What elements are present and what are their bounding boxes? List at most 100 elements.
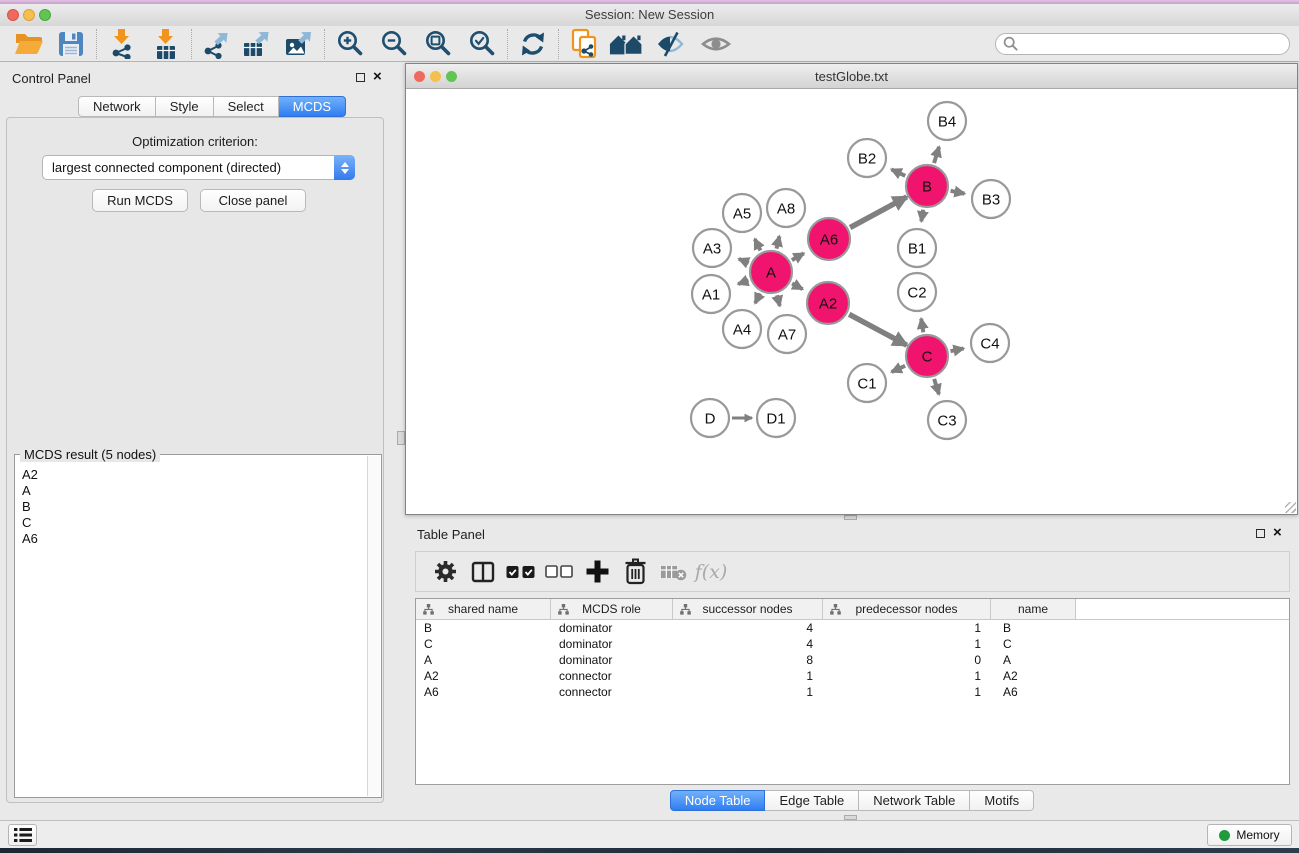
tab-select[interactable]: Select xyxy=(214,96,279,117)
result-item[interactable]: A6 xyxy=(22,531,367,547)
table-row[interactable]: Bdominator41B xyxy=(416,620,1289,636)
graph-node-B2[interactable]: B2 xyxy=(848,139,886,177)
network-zoom-button[interactable] xyxy=(446,71,457,82)
memory-button[interactable]: Memory xyxy=(1207,824,1292,846)
result-item[interactable]: C xyxy=(22,515,367,531)
network-minimize-button[interactable] xyxy=(430,71,441,82)
export-network-button[interactable] xyxy=(200,28,234,60)
column-header-shared-name[interactable]: shared name xyxy=(416,599,551,619)
result-list-scrollbar[interactable] xyxy=(367,456,380,796)
open-recent-home-button[interactable] xyxy=(609,28,643,60)
zoom-fit-button[interactable] xyxy=(421,28,455,60)
graph-edge-C-C3[interactable] xyxy=(934,379,939,394)
graph-node-D1[interactable]: D1 xyxy=(757,399,795,437)
table-row[interactable]: A2connector11A2 xyxy=(416,668,1289,684)
graph-node-B4[interactable]: B4 xyxy=(928,102,966,140)
window-resize-handle[interactable] xyxy=(1285,502,1296,513)
minimize-window-button[interactable] xyxy=(23,9,35,21)
table-row[interactable]: A6connector11A6 xyxy=(416,684,1289,700)
add-column-button[interactable] xyxy=(578,554,616,590)
tab-style[interactable]: Style xyxy=(156,96,214,117)
float-panel-icon[interactable] xyxy=(1256,529,1265,538)
column-browser-button[interactable] xyxy=(464,554,502,590)
graph-node-A3[interactable]: A3 xyxy=(693,229,731,267)
graph-edge-B-B4[interactable] xyxy=(934,147,939,163)
close-panel-icon[interactable]: × xyxy=(373,72,382,82)
tab-node-table[interactable]: Node Table xyxy=(670,790,766,811)
column-header-predecessor-nodes[interactable]: predecessor nodes xyxy=(823,599,991,619)
graph-node-C4[interactable]: C4 xyxy=(971,324,1009,362)
table-row[interactable]: Adominator80A xyxy=(416,652,1289,668)
close-panel-icon[interactable]: × xyxy=(1273,528,1282,538)
graph-edge-A-A2[interactable] xyxy=(792,283,802,289)
tab-motifs[interactable]: Motifs xyxy=(970,790,1034,811)
zoom-out-button[interactable] xyxy=(377,28,411,60)
zoom-selected-button[interactable] xyxy=(465,28,499,60)
graph-node-C3[interactable]: C3 xyxy=(928,401,966,439)
hide-panels-button[interactable] xyxy=(653,28,687,60)
tab-mcds[interactable]: MCDS xyxy=(279,96,346,117)
result-item[interactable]: A2 xyxy=(22,467,367,483)
graph-edge-C-C4[interactable] xyxy=(951,348,964,351)
import-network-button[interactable] xyxy=(105,28,139,60)
deselect-all-button[interactable] xyxy=(540,554,578,590)
select-all-button[interactable] xyxy=(502,554,540,590)
graph-node-A[interactable]: A xyxy=(750,251,792,293)
column-header-MCDS-role[interactable]: MCDS role xyxy=(551,599,673,619)
run-mcds-button[interactable]: Run MCDS xyxy=(92,189,188,212)
graph-edge-A-A7[interactable] xyxy=(777,295,780,306)
graph-edge-B-B2[interactable] xyxy=(891,169,905,175)
zoom-window-button[interactable] xyxy=(39,9,51,21)
graph-edge-A-A1[interactable] xyxy=(738,280,748,284)
save-session-button[interactable] xyxy=(54,28,88,60)
graph-edge-C-C2[interactable] xyxy=(921,319,923,333)
tab-edge-table[interactable]: Edge Table xyxy=(765,790,859,811)
graph-edge-A-A8[interactable] xyxy=(776,236,779,248)
graph-edge-A2-C[interactable] xyxy=(849,314,907,345)
graph-node-B[interactable]: B xyxy=(906,165,948,207)
graph-node-A5[interactable]: A5 xyxy=(723,194,761,232)
graph-node-A2[interactable]: A2 xyxy=(807,282,849,324)
import-table-button[interactable] xyxy=(149,28,183,60)
graph-edge-A-A4[interactable] xyxy=(755,293,760,303)
graph-node-A1[interactable]: A1 xyxy=(692,275,730,313)
graph-edge-C-C1[interactable] xyxy=(892,366,905,372)
graph-edge-A-A3[interactable] xyxy=(739,259,749,263)
network-canvas[interactable]: B4B2BB3A5A8A6B1A3AA1C2A2A4A7C4CC1C3DD1 xyxy=(406,89,1297,514)
tab-network-table[interactable]: Network Table xyxy=(859,790,970,811)
zoom-in-button[interactable] xyxy=(333,28,367,60)
graph-node-C1[interactable]: C1 xyxy=(848,364,886,402)
graph-node-A8[interactable]: A8 xyxy=(767,189,805,227)
graph-node-A4[interactable]: A4 xyxy=(723,310,761,348)
graph-node-C[interactable]: C xyxy=(906,335,948,377)
delete-column-button[interactable] xyxy=(616,554,654,590)
close-window-button[interactable] xyxy=(7,9,19,21)
result-item[interactable]: B xyxy=(22,499,367,515)
network-window-titlebar[interactable]: testGlobe.txt xyxy=(406,64,1297,89)
graph-node-A6[interactable]: A6 xyxy=(808,218,850,260)
duplicate-network-button[interactable] xyxy=(567,28,601,60)
column-header-successor-nodes[interactable]: successor nodes xyxy=(673,599,823,619)
table-row[interactable]: Cdominator41C xyxy=(416,636,1289,652)
network-close-button[interactable] xyxy=(414,71,425,82)
open-session-button[interactable] xyxy=(12,28,46,60)
tab-network[interactable]: Network xyxy=(78,96,156,117)
graph-node-D[interactable]: D xyxy=(691,399,729,437)
delete-table-button[interactable] xyxy=(654,554,692,590)
graph-node-B1[interactable]: B1 xyxy=(898,229,936,267)
result-item[interactable]: A xyxy=(22,483,367,499)
float-panel-icon[interactable] xyxy=(356,73,365,82)
graph-edge-A6-B[interactable] xyxy=(850,197,907,228)
refresh-button[interactable] xyxy=(516,28,550,60)
export-image-button[interactable] xyxy=(282,28,316,60)
graph-edge-A-A5[interactable] xyxy=(755,239,761,250)
column-header-name[interactable]: name xyxy=(991,599,1076,619)
graph-node-A7[interactable]: A7 xyxy=(768,315,806,353)
vertical-splitter-grip[interactable] xyxy=(397,431,405,445)
graph-node-C2[interactable]: C2 xyxy=(898,273,936,311)
search-input[interactable] xyxy=(995,33,1290,55)
graph-edge-A-A6[interactable] xyxy=(792,253,804,260)
graph-edge-B-B1[interactable] xyxy=(921,210,923,222)
criterion-dropdown[interactable]: largest connected component (directed) xyxy=(42,155,355,180)
show-panels-button[interactable] xyxy=(699,28,733,60)
